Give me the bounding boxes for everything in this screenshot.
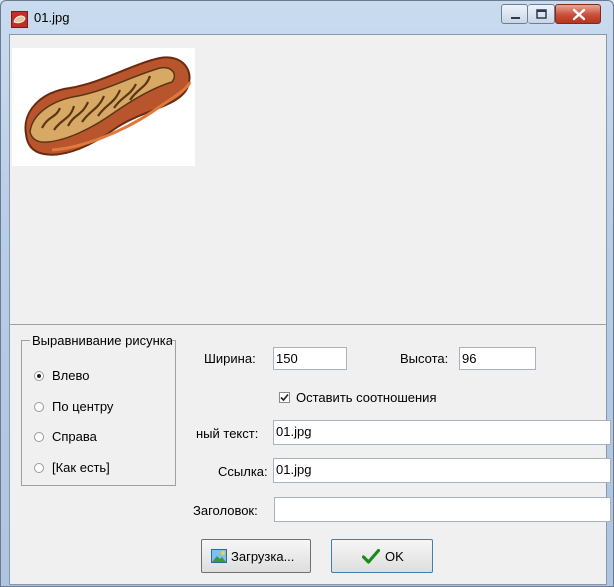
picture-icon bbox=[211, 549, 227, 563]
window-title: 01.jpg bbox=[34, 10, 70, 25]
height-label: Высота: bbox=[400, 351, 449, 366]
caption-input[interactable] bbox=[274, 497, 611, 522]
alignment-group: Выравнивание рисунка Влево По центру Спр… bbox=[21, 333, 176, 486]
dialog-window: 01.jpg Выравнивание рисунка Влево По цен… bbox=[0, 0, 614, 587]
link-label: Ссылка: bbox=[218, 464, 268, 479]
radio-button[interactable] bbox=[34, 371, 44, 381]
load-button-label: Загрузка... bbox=[231, 549, 295, 564]
maximize-button[interactable] bbox=[528, 4, 555, 24]
radio-label: Влево bbox=[52, 368, 90, 383]
caption-label: Заголовок: bbox=[193, 503, 258, 518]
load-button[interactable]: Загрузка... bbox=[201, 539, 311, 573]
checkmark-icon bbox=[361, 548, 381, 564]
alt-text-input[interactable]: 01.jpg bbox=[273, 420, 611, 445]
app-icon bbox=[11, 11, 28, 28]
ok-button[interactable]: OK bbox=[331, 539, 433, 573]
width-input[interactable]: 150 bbox=[273, 347, 347, 370]
image-thumbnail bbox=[12, 48, 195, 166]
title-bar[interactable]: 01.jpg bbox=[1, 1, 613, 34]
radio-label: [Как есть] bbox=[52, 460, 110, 475]
ok-button-label: OK bbox=[385, 549, 404, 564]
link-input[interactable]: 01.jpg bbox=[273, 458, 611, 483]
radio-label: Справа bbox=[52, 429, 97, 444]
keep-ratio-checkbox[interactable] bbox=[279, 392, 290, 403]
close-button[interactable] bbox=[555, 4, 601, 24]
width-label: Ширина: bbox=[204, 351, 256, 366]
alignment-legend: Выравнивание рисунка bbox=[30, 333, 172, 348]
dialog-client: Выравнивание рисунка Влево По центру Спр… bbox=[9, 34, 611, 585]
radio-button[interactable] bbox=[34, 463, 44, 473]
radio-button[interactable] bbox=[34, 432, 44, 442]
keep-ratio-label: Оставить соотношения bbox=[296, 390, 437, 405]
height-input[interactable]: 96 bbox=[459, 347, 536, 370]
radio-button[interactable] bbox=[34, 402, 44, 412]
radio-label: По центру bbox=[52, 399, 114, 414]
alt-text-label: ный текст: bbox=[196, 426, 259, 441]
image-preview-area bbox=[10, 35, 606, 325]
minimize-button[interactable] bbox=[501, 4, 528, 24]
